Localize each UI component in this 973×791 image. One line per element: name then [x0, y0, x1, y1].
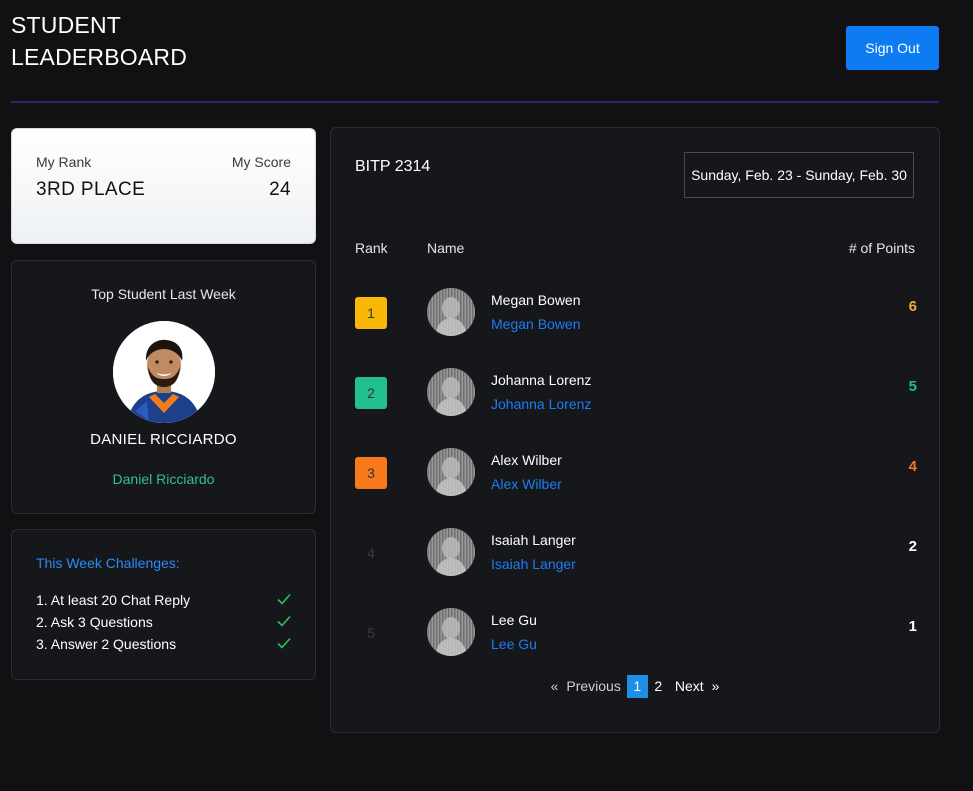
column-header-name: Name — [427, 240, 465, 256]
student-profile-link[interactable]: Lee Gu — [491, 636, 537, 652]
points-value: 5 — [908, 378, 917, 395]
avatar — [427, 368, 475, 416]
rank-badge: 5 — [367, 625, 375, 641]
check-icon — [277, 593, 291, 605]
student-profile-link[interactable]: Isaiah Langer — [491, 556, 576, 572]
student-profile-link[interactable]: Alex Wilber — [491, 476, 562, 492]
challenge-item: 3. Answer 2 Questions — [36, 636, 292, 652]
date-range-selector[interactable]: Sunday, Feb. 23 - Sunday, Feb. 30 — [684, 152, 914, 198]
student-name: Lee Gu — [491, 612, 537, 628]
top-student-name: DANIEL RICCIARDO — [90, 431, 237, 448]
leaderboard-panel: BITP 2314 Sunday, Feb. 23 - Sunday, Feb.… — [330, 127, 940, 733]
student-name: Alex Wilber — [491, 452, 562, 468]
student-profile-link[interactable]: Johanna Lorenz — [491, 396, 591, 412]
table-row: 1 Megan Bowen Megan Bowen 6 — [331, 278, 941, 342]
rank-badge: 1 — [355, 297, 387, 329]
column-header-rank: Rank — [355, 240, 388, 256]
previous-button[interactable]: Previous — [566, 678, 620, 694]
my-score-value: 24 — [269, 179, 291, 200]
student-name: Johanna Lorenz — [491, 372, 592, 388]
challenge-text: 2. Ask 3 Questions — [36, 614, 153, 630]
header-divider — [11, 101, 939, 103]
table-row: 5 Lee Gu Lee Gu 1 — [331, 598, 941, 662]
next-arrow[interactable]: » — [712, 678, 720, 694]
challenge-item: 2. Ask 3 Questions — [36, 614, 292, 630]
my-score-label: My Score — [231, 154, 291, 170]
my-rank-value: 3RD PLACE — [36, 179, 146, 200]
course-code: BITP 2314 — [355, 158, 431, 175]
top-student-avatar — [113, 321, 215, 423]
challenges-heading: This Week Challenges: — [36, 555, 180, 571]
check-icon — [277, 637, 291, 649]
page-1-button[interactable]: 1 — [626, 674, 648, 698]
points-value: 4 — [908, 458, 917, 475]
table-row: 4 Isaiah Langer Isaiah Langer 2 — [331, 518, 941, 582]
points-value: 6 — [908, 298, 917, 315]
my-rank-label: My Rank — [36, 154, 92, 170]
page-title: STUDENT LEADERBOARD — [11, 12, 188, 70]
student-name: Megan Bowen — [491, 292, 581, 308]
top-student-subtitle: Daniel Ricciardo — [112, 471, 215, 487]
student-name: Isaiah Langer — [491, 532, 576, 548]
challenges-card: This Week Challenges: 1. At least 20 Cha… — [11, 529, 316, 680]
table-row: 2 Johanna Lorenz Johanna Lorenz 5 — [331, 358, 941, 422]
rank-badge: 2 — [355, 377, 387, 409]
my-stats-card: My Rank 3RD PLACE My Score 24 — [11, 128, 316, 244]
page-2-button[interactable]: 2 — [648, 675, 669, 698]
challenge-text: 3. Answer 2 Questions — [36, 636, 177, 652]
rank-badge: 3 — [355, 457, 387, 489]
avatar — [427, 528, 475, 576]
top-student-card: Top Student Last Week DANIEL RICCIARDO D… — [11, 260, 316, 514]
avatar — [427, 608, 475, 656]
previous-arrow[interactable]: « — [551, 678, 559, 694]
column-header-points: # of Points — [848, 240, 915, 256]
challenge-text: 1. At least 20 Chat Reply — [36, 592, 191, 608]
student-profile-link[interactable]: Megan Bowen — [491, 316, 581, 332]
top-student-heading: Top Student Last Week — [91, 286, 236, 302]
avatar — [427, 288, 475, 336]
challenge-item: 1. At least 20 Chat Reply — [36, 592, 292, 608]
table-row: 3 Alex Wilber Alex Wilber 4 — [331, 438, 941, 502]
pagination: « Previous 1 2 Next » — [331, 674, 939, 698]
sign-out-button[interactable]: Sign Out — [846, 26, 939, 70]
check-icon — [277, 615, 291, 627]
points-value: 2 — [908, 538, 917, 555]
avatar — [427, 448, 475, 496]
points-value: 1 — [908, 618, 917, 635]
rank-badge: 4 — [367, 545, 375, 561]
next-button[interactable]: Next — [675, 678, 704, 694]
